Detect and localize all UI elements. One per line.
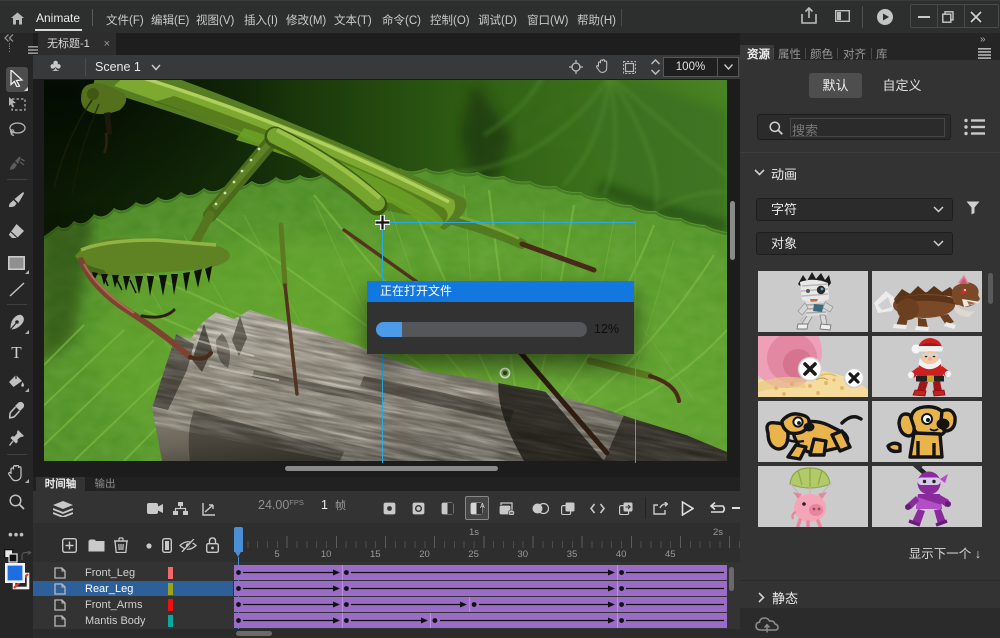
svg-text:A: A <box>480 503 485 510</box>
